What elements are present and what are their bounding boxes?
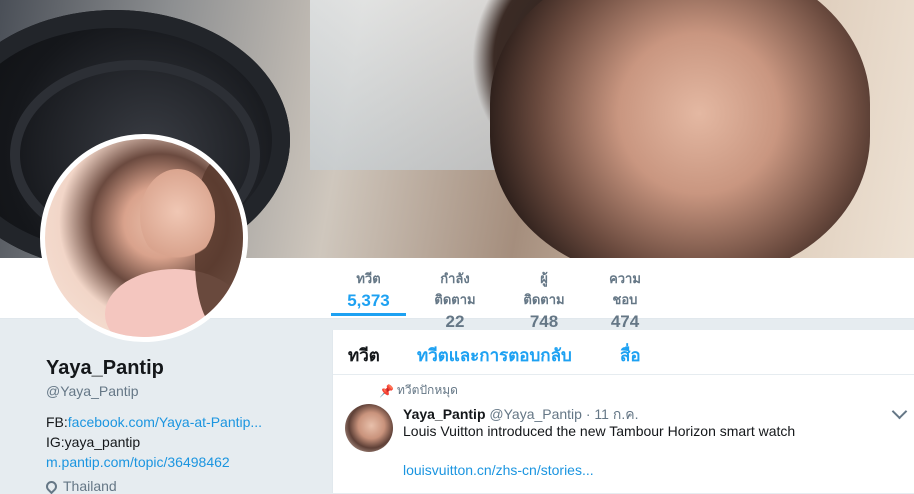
stat-likes[interactable]: ความชอบ 474: [590, 266, 660, 331]
profile-card: Yaya_Pantip @Yaya_Pantip FB:facebook.com…: [43, 356, 316, 494]
bio-pantip-link[interactable]: m.pantip.com/topic/36498462: [46, 454, 230, 470]
bio-fb-link[interactable]: facebook.com/Yaya-at-Pantip...: [68, 414, 262, 430]
bio-fb-prefix: FB:: [46, 414, 68, 430]
tweet-avatar[interactable]: [345, 404, 393, 452]
stat-following[interactable]: กำลังติดตาม 22: [412, 266, 498, 331]
bio-line-ig: IG:yaya_pantip: [46, 434, 141, 450]
stat-tweets[interactable]: ทวีต 5,373: [331, 266, 406, 316]
location-pin-icon: [43, 478, 60, 494]
pin-icon: 📌: [379, 383, 394, 398]
tweet-separator: ·: [585, 406, 591, 422]
profile-name[interactable]: Yaya_Pantip: [46, 356, 316, 380]
tweet-author-name[interactable]: Yaya_Pantip: [403, 406, 486, 422]
tab-tweets[interactable]: ทวีต: [348, 342, 380, 369]
stat-followers-value: 748: [529, 312, 559, 331]
pinned-indicator: 📌 ทวีตปักหมุด: [379, 381, 458, 400]
stat-followers-label: ผู้ติดตาม: [523, 271, 565, 307]
banner-portrait: [490, 0, 870, 258]
tweet-menu-chevron-icon[interactable]: [891, 403, 908, 420]
stat-likes-value: 474: [610, 312, 640, 331]
profile-location: Thailand: [43, 478, 316, 494]
stat-followers[interactable]: ผู้ติดตาม 748: [512, 266, 576, 331]
avatar-face: [140, 169, 215, 264]
stat-following-label: กำลังติดตาม: [434, 271, 476, 307]
stat-tweets-value: 5,373: [347, 291, 390, 310]
timeline-tabs: ทวีต ทวีตและการตอบกลับ สื่อ: [333, 330, 914, 375]
tweet-author-handle[interactable]: @Yaya_Pantip: [489, 406, 582, 422]
stat-tweets-label: ทวีต: [356, 271, 381, 286]
tab-tweets-and-replies[interactable]: ทวีตและการตอบกลับ: [417, 342, 572, 369]
stat-following-value: 22: [445, 312, 465, 331]
timeline: ทวีต ทวีตและการตอบกลับ สื่อ 📌 ทวีตปักหมุ…: [332, 330, 914, 493]
profile-avatar[interactable]: [40, 134, 248, 342]
tweet-link[interactable]: louisvuitton.cn/zhs-cn/stories...: [403, 462, 594, 478]
tweet-text: Louis Vuitton introduced the new Tambour…: [403, 423, 796, 439]
profile-handle[interactable]: @Yaya_Pantip: [46, 383, 316, 399]
location-text: Thailand: [63, 478, 117, 494]
pinned-label: ทวีตปักหมุด: [397, 383, 458, 397]
profile-bio: FB:facebook.com/Yaya-at-Pantip... IG:yay…: [46, 412, 316, 472]
tab-media[interactable]: สื่อ: [620, 342, 641, 369]
stat-likes-label: ความชอบ: [609, 271, 641, 307]
bio-line-fb: FB:facebook.com/Yaya-at-Pantip...: [46, 412, 316, 432]
tweet-date[interactable]: 11 ก.ค.: [594, 406, 638, 422]
